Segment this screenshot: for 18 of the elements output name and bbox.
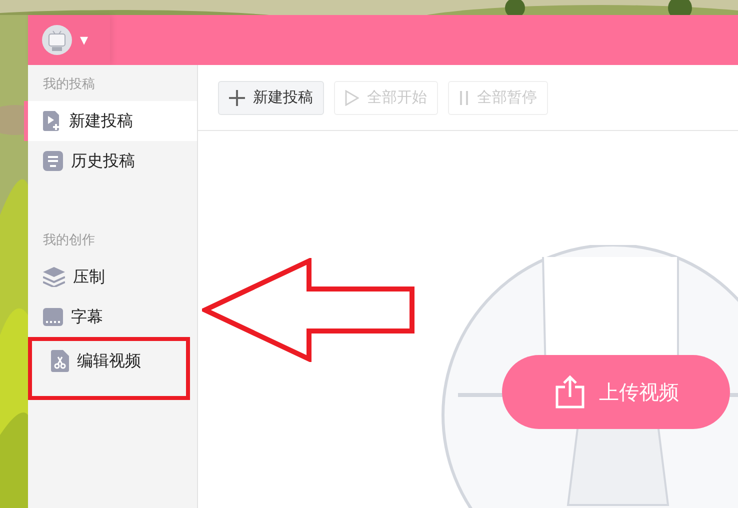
play-icon [345, 90, 359, 106]
sidebar-item[interactable]: 编辑视频 [32, 341, 186, 381]
sidebar-item[interactable]: 压制 [24, 257, 197, 297]
archive-icon [43, 151, 63, 171]
plus-icon [229, 90, 245, 106]
video-file-icon [43, 111, 61, 131]
pause-icon [459, 90, 469, 104]
scissors-file-icon [51, 350, 69, 372]
section-title: 我的创作 [42, 232, 96, 250]
sidebar-item[interactable]: 历史投稿 [24, 141, 197, 181]
subtitle-icon [43, 308, 63, 326]
section-title: 我的投稿 [42, 76, 96, 94]
sidebar-item[interactable]: 新建投稿 [24, 101, 197, 141]
toolbar-button[interactable]: 新建投稿 [218, 80, 324, 114]
sidebar-item[interactable]: 字幕 [24, 297, 197, 337]
avatar[interactable] [42, 25, 72, 55]
layers-icon [43, 267, 65, 287]
upload-icon [553, 375, 587, 409]
